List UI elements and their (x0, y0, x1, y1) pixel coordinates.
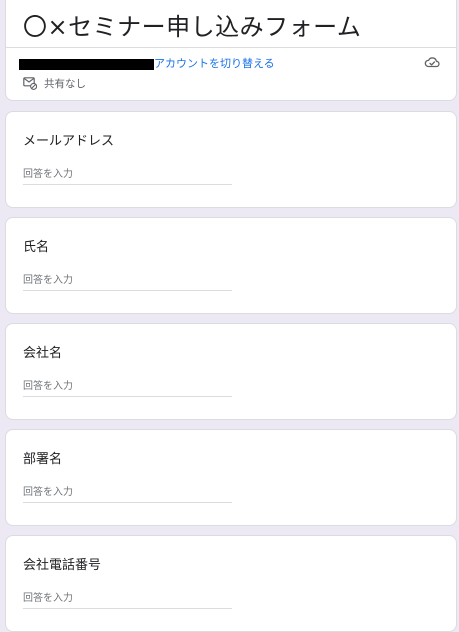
question-title: 会社名 (23, 346, 63, 361)
question-card-email: メールアドレス (5, 111, 457, 208)
header-divider (6, 47, 456, 48)
question-card-company: 会社名 (5, 323, 457, 420)
question-card-name: 氏名 (5, 217, 457, 314)
name-answer-input[interactable] (23, 270, 232, 291)
not-shared-icon (23, 77, 37, 90)
question-card-company-phone: 会社電話番号 (5, 535, 457, 632)
share-status-text: 共有なし (44, 78, 86, 90)
form-title: 〇×セミナー申し込みフォーム (23, 13, 362, 41)
cloud-saved-icon[interactable] (424, 56, 440, 68)
question-title: メールアドレス (23, 134, 115, 149)
form-header-card: 〇×セミナー申し込みフォーム アカウントを切り替える 共有なし (5, 0, 457, 101)
switch-account-link[interactable]: アカウントを切り替える (154, 55, 275, 71)
question-title: 部署名 (23, 452, 63, 467)
company-phone-answer-input[interactable] (23, 588, 232, 609)
department-answer-input[interactable] (23, 482, 232, 503)
question-card-department: 部署名 (5, 429, 457, 526)
redacted-account-email (19, 59, 154, 70)
company-answer-input[interactable] (23, 376, 232, 397)
question-title: 氏名 (23, 240, 50, 255)
question-title: 会社電話番号 (23, 558, 102, 573)
email-answer-input[interactable] (23, 164, 232, 185)
